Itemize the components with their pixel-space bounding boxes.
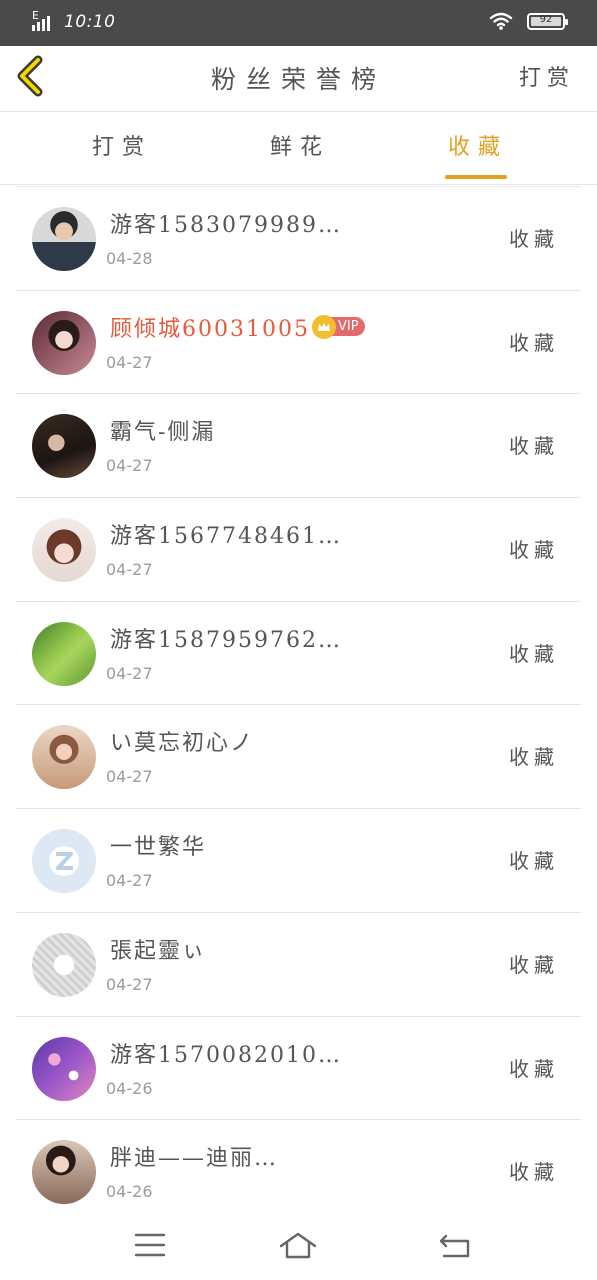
user-name: 霸气-侧漏 — [110, 420, 216, 446]
avatar — [32, 310, 96, 375]
date: 04-27 — [106, 767, 153, 787]
wifi-icon — [489, 12, 513, 30]
action-label: 收藏 — [509, 745, 559, 770]
user-name: 游客1567748461… — [110, 524, 342, 550]
battery-icon: 92 — [527, 12, 568, 30]
tab-reward[interactable]: 打赏 — [62, 129, 182, 161]
date: 04-26 — [106, 1182, 153, 1202]
avatar — [32, 932, 96, 997]
system-nav-bar — [0, 1212, 597, 1280]
date: 04-28 — [106, 249, 153, 268]
user-name: 胖迪——迪丽… — [110, 1146, 279, 1172]
avatar — [32, 621, 96, 686]
home-button[interactable] — [278, 1228, 318, 1262]
list-item[interactable]: 胖迪——迪丽… 04-26 收藏 — [16, 1119, 581, 1223]
list-item[interactable]: 霸气-侧漏 04-27 收藏 — [16, 393, 581, 497]
status-time: 10:10 — [64, 12, 116, 32]
fan-list: 游客1583079989… 04-28 收藏 顾倾城60031005 VIP 0… — [16, 186, 581, 1223]
action-label: 收藏 — [509, 952, 559, 977]
menu-button[interactable] — [130, 1228, 170, 1262]
avatar — [32, 725, 96, 790]
avatar — [32, 1140, 96, 1205]
list-item[interactable]: 游客1583079989… 04-28 收藏 — [16, 186, 581, 290]
action-label: 收藏 — [509, 330, 559, 355]
user-name: 游客1583079989… — [110, 213, 342, 238]
action-label: 收藏 — [509, 1056, 559, 1081]
list-item[interactable]: 一世繁华 04-27 收藏 — [16, 808, 581, 912]
list-item[interactable]: 游客1587959762… 04-27 收藏 — [16, 600, 581, 705]
avatar — [32, 414, 96, 479]
tab-collect[interactable]: 收藏 — [418, 129, 538, 161]
date: 04-27 — [106, 871, 153, 891]
user-name: 游客1570082010… — [110, 1042, 342, 1068]
action-label: 收藏 — [509, 434, 559, 459]
user-name: 顾倾城60031005 VIP — [110, 311, 365, 343]
action-label: 收藏 — [509, 227, 559, 251]
date: 04-26 — [106, 1078, 153, 1098]
user-name: い莫忘初心ノ — [110, 731, 255, 757]
date: 04-27 — [106, 974, 153, 994]
list-item[interactable]: 游客1567748461… 04-27 收藏 — [16, 497, 581, 601]
menu-icon — [134, 1233, 166, 1257]
action-label: 收藏 — [509, 538, 559, 563]
list-item[interactable]: 張起靈ぃ 04-27 收藏 — [16, 911, 581, 1016]
avatar — [32, 1036, 96, 1101]
active-tab-indicator — [445, 175, 507, 179]
reward-link[interactable]: 打赏 — [519, 60, 575, 92]
list-item[interactable]: 顾倾城60031005 VIP 04-27 收藏 — [16, 289, 581, 394]
user-name: 一世繁华 — [110, 835, 207, 861]
user-name: 張起靈ぃ — [110, 938, 207, 964]
page-title: 粉丝荣誉榜 — [210, 65, 386, 94]
date: 04-27 — [106, 663, 153, 683]
action-label: 收藏 — [509, 1160, 559, 1185]
signal-icon: E — [32, 9, 58, 33]
top-bar: 粉丝荣誉榜 打赏 — [0, 46, 597, 112]
avatar — [32, 829, 96, 894]
avatar — [32, 207, 96, 271]
avatar — [32, 518, 96, 583]
home-icon — [279, 1232, 317, 1259]
return-button[interactable] — [436, 1228, 476, 1262]
qq-default-avatar-icon — [49, 846, 79, 877]
status-bar: E 10:10 92 — [0, 0, 597, 46]
user-name: 游客1587959762… — [110, 627, 342, 653]
tab-bar: 打赏 鲜花 收藏 — [0, 113, 597, 185]
tab-flowers[interactable]: 鲜花 — [240, 129, 360, 161]
vip-badge: VIP — [311, 314, 365, 339]
list-item[interactable]: い莫忘初心ノ 04-27 收藏 — [16, 704, 581, 808]
action-label: 收藏 — [509, 641, 559, 666]
date: 04-27 — [106, 560, 153, 580]
action-label: 收藏 — [509, 849, 559, 874]
date: 04-27 — [106, 456, 153, 476]
crown-icon — [311, 314, 336, 339]
date: 04-27 — [106, 352, 153, 372]
list-item[interactable]: 游客1570082010… 04-26 收藏 — [16, 1015, 581, 1120]
return-icon — [439, 1234, 470, 1258]
